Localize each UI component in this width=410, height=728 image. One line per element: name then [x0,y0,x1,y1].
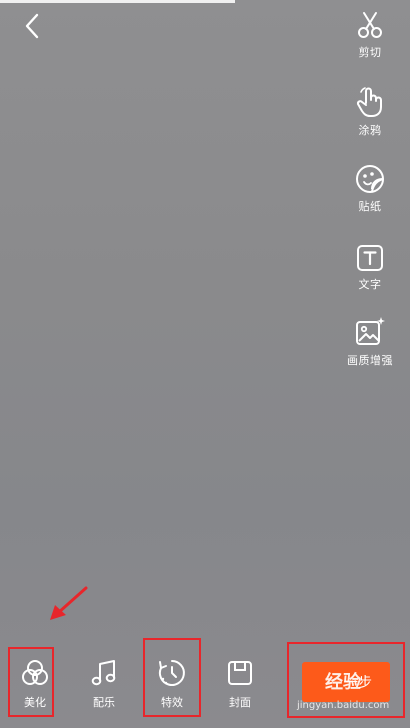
tool-label: 贴纸 [358,200,382,213]
tool-label: 涂鸦 [358,124,382,137]
tool-doodle[interactable]: 涂鸦 [330,86,410,138]
tool-sticker[interactable]: 贴纸 [330,164,410,214]
tool-label: 文字 [358,278,382,291]
text-t-icon [357,245,383,271]
cover-save-icon [228,661,252,685]
highlight-beautify [8,647,54,717]
annotation-arrow [50,586,88,620]
scissors-icon [358,12,382,38]
music-note-icon [91,660,116,686]
tool-label: 封面 [229,696,251,709]
tool-cover[interactable]: 封面 [220,658,260,710]
tool-label: 剪切 [358,46,382,59]
chevron-left-icon [25,13,39,39]
tool-label: 配乐 [93,696,115,709]
sticker-icon [356,165,384,193]
image-enhance-icon [356,317,385,345]
progress-line [0,0,235,3]
highlight-next [287,642,405,718]
tool-enhance[interactable]: 画质增强 [330,316,410,368]
highlight-effects [143,638,201,717]
tool-label: 画质增强 [347,354,393,367]
tool-music[interactable]: 配乐 [84,658,124,710]
hand-pointer-icon [356,87,382,117]
back-button[interactable] [18,10,46,42]
tool-cut[interactable]: 剪切 [330,10,410,60]
tool-text[interactable]: 文字 [330,244,410,292]
